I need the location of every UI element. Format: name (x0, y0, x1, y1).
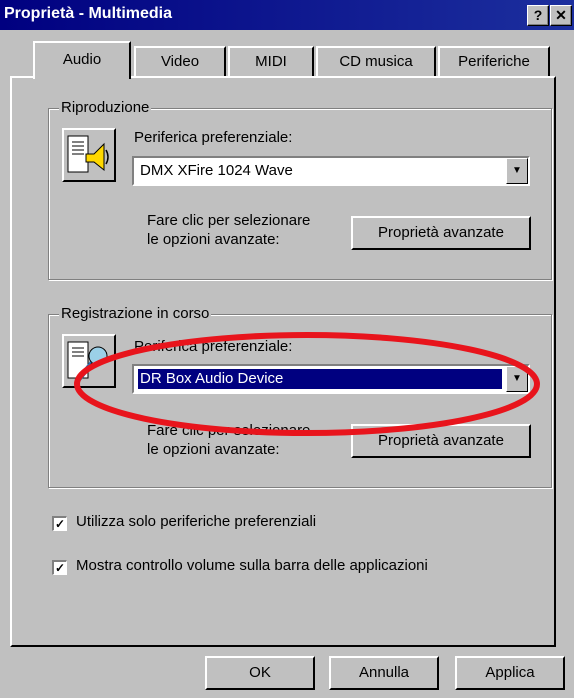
tab-label: Audio (62, 51, 102, 68)
ok-button[interactable]: OK (205, 656, 315, 690)
recording-device-value: DR Box Audio Device (138, 369, 502, 389)
recording-hint-line2: le opzioni avanzate: (147, 441, 280, 458)
use-preferred-only-label[interactable]: Utilizza solo periferiche preferenziali (76, 513, 316, 530)
show-volume-label[interactable]: Mostra controllo volume sulla barra dell… (76, 557, 428, 574)
recording-device-label: Periferica preferenziale: (134, 338, 293, 355)
close-button[interactable]: ✕ (550, 5, 572, 26)
playback-device-select[interactable]: DMX XFire 1024 Wave ▼ (132, 156, 530, 186)
window-title: Proprietà - Multimedia (4, 5, 173, 22)
chevron-down-icon[interactable]: ▼ (506, 158, 528, 184)
tab-midi[interactable]: MIDI (228, 46, 314, 76)
title-bar: Proprietà - Multimedia ? ✕ (0, 0, 574, 30)
tab-periferiche[interactable]: Periferiche (438, 46, 550, 76)
recording-group-label: Registrazione in corso (59, 305, 212, 322)
recording-hint-line1: Fare clic per selezionare (147, 422, 311, 439)
speaker-icon (62, 128, 116, 182)
playback-device-value: DMX XFire 1024 Wave (140, 162, 293, 179)
help-button[interactable]: ? (527, 5, 549, 26)
playback-group-label: Riproduzione (59, 99, 152, 116)
microphone-icon (62, 334, 116, 388)
playback-hint-line1: Fare clic per selezionare (147, 212, 311, 229)
playback-hint-line2: le opzioni avanzate: (147, 231, 280, 248)
recording-device-select[interactable]: DR Box Audio Device ▼ (132, 364, 530, 394)
tab-label: Periferiche (458, 53, 530, 70)
tab-label: MIDI (255, 53, 287, 70)
tab-label: CD musica (339, 53, 413, 70)
tab-audio[interactable]: Audio (33, 41, 131, 79)
playback-advanced-button[interactable]: Proprietà avanzate (351, 216, 531, 250)
chevron-down-icon[interactable]: ▼ (506, 366, 528, 392)
tab-cd-musica[interactable]: CD musica (316, 46, 436, 76)
show-volume-checkbox[interactable]: ✓ (52, 560, 67, 575)
cancel-button[interactable]: Annulla (329, 656, 439, 690)
playback-group: Riproduzione (48, 99, 552, 280)
playback-device-label: Periferica preferenziale: (134, 129, 293, 146)
recording-advanced-button[interactable]: Proprietà avanzate (351, 424, 531, 458)
tab-video[interactable]: Video (134, 46, 226, 76)
use-preferred-only-checkbox[interactable]: ✓ (52, 516, 67, 531)
apply-button[interactable]: Applica (455, 656, 565, 690)
recording-group: Registrazione in corso (48, 305, 552, 488)
tab-label: Video (160, 53, 200, 70)
